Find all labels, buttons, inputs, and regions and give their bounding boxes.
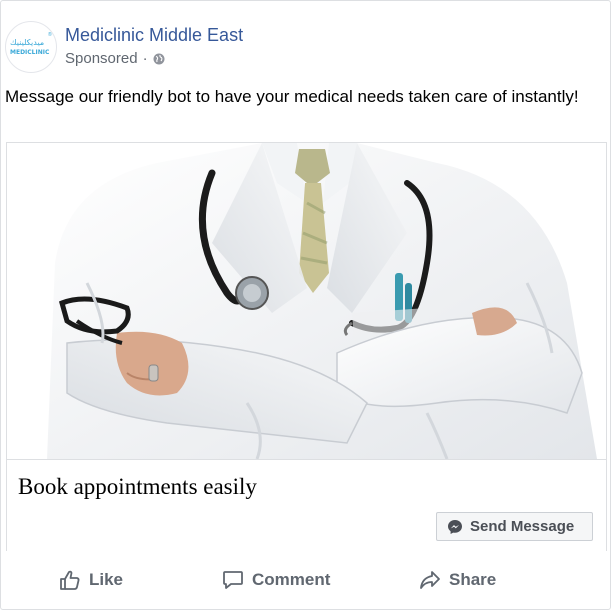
card-body[interactable]: Book appointments easily Send Message [7, 459, 606, 551]
logo-arabic-text: ميديكلينيك [10, 38, 45, 47]
thumbs-up-icon [60, 570, 80, 590]
post-header: ميديكلينيك ® MEDICLINIC Mediclinic Middl… [5, 21, 605, 75]
comment-bubble-icon [223, 571, 243, 589]
logo-trademark: ® [48, 32, 52, 38]
globe-icon [153, 53, 165, 64]
post-message: Message our friendly bot to have your me… [5, 87, 579, 106]
send-message-label: Send Message [470, 518, 575, 535]
send-message-button[interactable]: Send Message [436, 512, 593, 541]
meta-separator: · [142, 50, 148, 67]
sponsored-label[interactable]: Sponsored [65, 50, 138, 67]
share-button[interactable]: Share [419, 565, 496, 595]
page-name-link[interactable]: Mediclinic Middle East [65, 25, 243, 46]
messenger-icon [448, 519, 462, 534]
logo-latin-text: MEDICLINIC [10, 49, 50, 56]
comment-button[interactable]: Comment [222, 565, 330, 595]
page-avatar[interactable]: ميديكلينيك ® MEDICLINIC [5, 21, 57, 73]
like-label: Like [89, 570, 124, 589]
card-headline[interactable]: Book appointments easily [18, 474, 257, 500]
comment-label: Comment [252, 570, 331, 589]
share-arrow-icon [420, 571, 440, 589]
link-card[interactable]: Book appointments easily Send Message [6, 142, 607, 551]
like-button[interactable]: Like [59, 565, 123, 595]
post-actions-bar: Like Comment Share [1, 561, 610, 601]
sponsored-post: ميديكلينيك ® MEDICLINIC Mediclinic Middl… [0, 0, 611, 610]
post-meta: Sponsored · [65, 50, 165, 67]
doctor-in-white-coat-image[interactable] [7, 143, 606, 459]
share-label: Share [449, 570, 497, 589]
